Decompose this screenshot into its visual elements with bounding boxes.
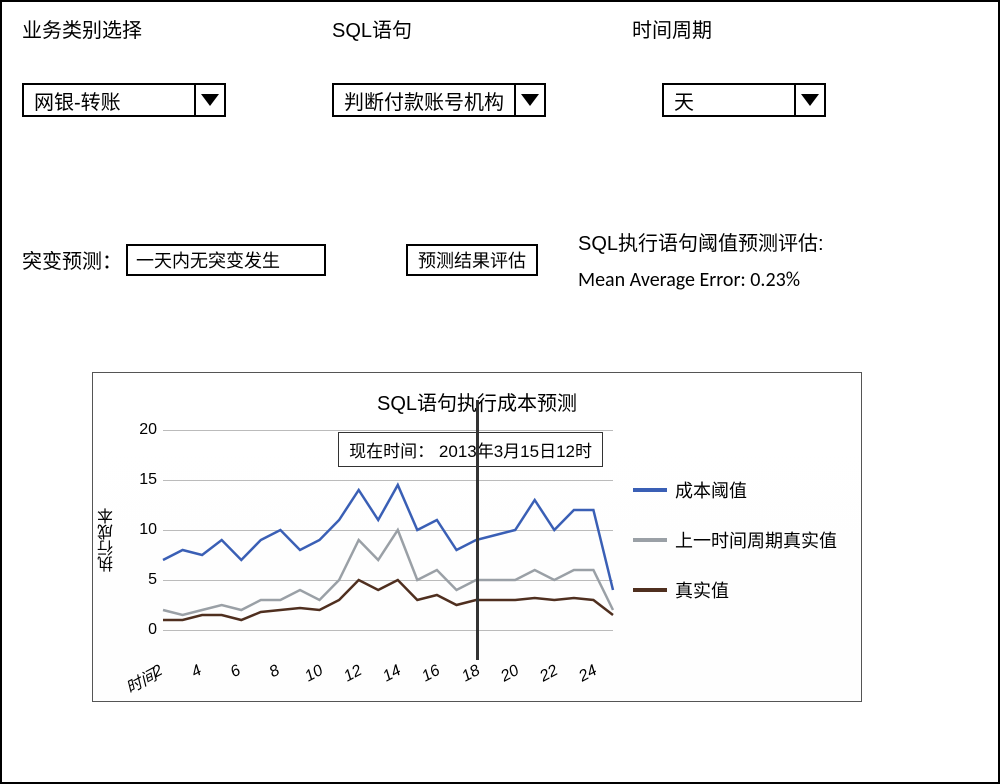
chart-now-timestamp: 现在时间： 2013年3月15日12时 <box>338 432 603 467</box>
chart-x-tick: 8 <box>267 662 283 682</box>
label-business-category: 业务类别选择 <box>22 14 332 43</box>
evaluate-button[interactable]: 预测结果评估 <box>406 244 538 276</box>
chart-x-tick: 22 <box>537 662 561 686</box>
chart-legend-item: 真实值 <box>633 577 853 603</box>
chart-x-tick: 12 <box>341 662 365 686</box>
legend-swatch-icon <box>633 588 667 592</box>
chart-y-tick: 0 <box>148 621 157 639</box>
label-time-period: 时间周期 <box>632 14 712 43</box>
label-sql-statement: SQL语句 <box>332 14 632 43</box>
chart-x-tick: 6 <box>227 662 243 682</box>
legend-swatch-icon <box>633 538 667 542</box>
evaluation-title: SQL执行语句阈值预测评估: <box>578 227 824 256</box>
legend-swatch-icon <box>633 488 667 492</box>
chart-x-tick: 18 <box>459 662 483 686</box>
legend-label: 上一时间周期真实值 <box>675 527 837 553</box>
select-sql-value: 判断付款账号机构 <box>334 85 514 115</box>
chevron-down-icon <box>194 85 224 115</box>
chart-container: SQL语句执行成本预测 执行成本 05101520 现在时间： 2013年3月1… <box>92 372 862 702</box>
legend-label: 成本阈值 <box>675 477 747 503</box>
chevron-down-icon <box>514 85 544 115</box>
mutation-prediction-value[interactable]: 一天内无突变发生 <box>126 244 326 276</box>
chart-y-tick: 10 <box>139 521 157 539</box>
select-sql-statement[interactable]: 判断付款账号机构 <box>332 83 546 117</box>
chart-y-tick: 20 <box>139 421 157 439</box>
chart-x-tick: 16 <box>420 662 444 686</box>
chart-x-tick: 24 <box>576 662 600 686</box>
select-period-value: 天 <box>664 85 794 115</box>
chart-x-tick: 20 <box>498 662 522 686</box>
chart-y-axis-label: 执行成本 <box>93 420 123 660</box>
select-time-period[interactable]: 天 <box>662 83 826 117</box>
chart-x-axis: 时间24681012141618202224 <box>133 660 633 700</box>
select-business-value: 网银-转账 <box>24 85 194 115</box>
chart-legend: 成本阈值上一时间周期真实值真实值 <box>623 420 853 660</box>
chevron-down-icon <box>794 85 824 115</box>
select-business-category[interactable]: 网银-转账 <box>22 83 226 117</box>
chart-now-line <box>476 400 479 660</box>
mutation-prediction-label: 突变预测： <box>22 245 122 274</box>
chart-legend-item: 上一时间周期真实值 <box>633 527 853 553</box>
chart-y-tick: 5 <box>148 571 157 589</box>
chart-plot-area: 0 5 10 15 20 现在时间： 2013年3月15日12时 <box>123 420 623 660</box>
chart-legend-item: 成本阈值 <box>633 477 853 503</box>
chart-x-tick: 14 <box>381 662 405 686</box>
legend-label: 真实值 <box>675 577 729 603</box>
evaluation-error: Mean Average Error: 0.23% <box>578 268 824 292</box>
chart-x-tick: 10 <box>302 662 326 686</box>
chart-x-tick: 4 <box>188 662 204 682</box>
chart-y-tick: 15 <box>139 471 157 489</box>
